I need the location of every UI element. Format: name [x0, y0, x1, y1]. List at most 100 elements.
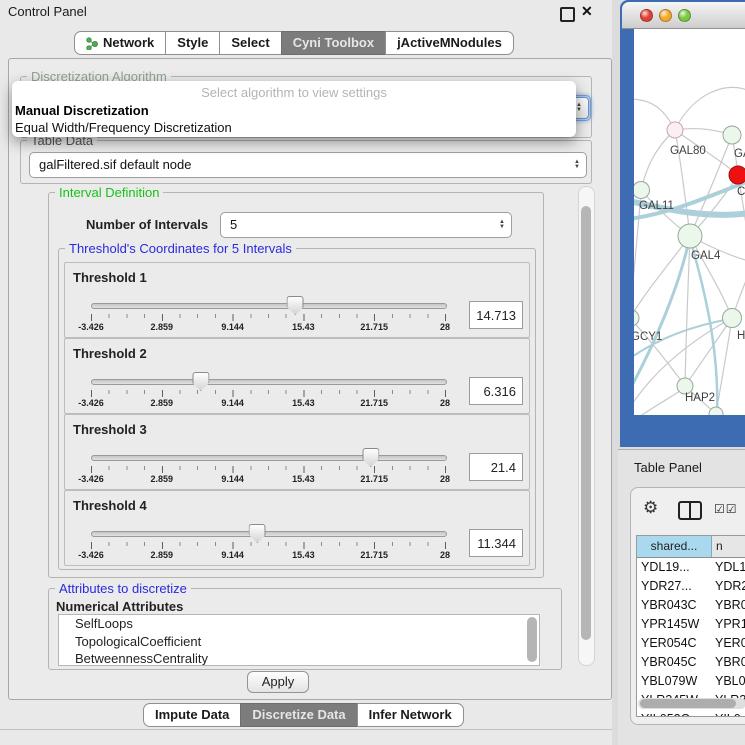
table-row[interactable]: YBR045C YBR0 [637, 653, 745, 672]
table-row[interactable]: YBR043C YBR0 [637, 596, 745, 615]
number-of-intervals-combo[interactable]: 5 ▲▼ [220, 212, 512, 238]
window-zoom-button[interactable] [678, 9, 691, 22]
slider-track[interactable] [91, 379, 447, 385]
gear-icon[interactable]: ⚙ [643, 498, 658, 518]
tick-label: 15.43 [292, 550, 315, 560]
slider-thumb[interactable] [287, 296, 304, 315]
slider-track[interactable] [91, 455, 447, 461]
threshold-1-value-field[interactable]: 14.713 [469, 301, 523, 329]
numerical-attributes-label: Numerical Attributes [56, 599, 183, 614]
cell-shared-name[interactable]: YBR043C [637, 596, 711, 615]
tick-label: 9.144 [221, 550, 244, 560]
threshold-4-label: Threshold 4 [73, 498, 147, 513]
cell-shared-name[interactable]: YIL052C [637, 710, 711, 717]
cell-name[interactable]: YPR1 [711, 615, 745, 634]
table-panel-title: Table Panel [634, 460, 702, 475]
network-edge[interactable] [634, 236, 690, 318]
table-hscrollbar-thumb[interactable] [640, 699, 736, 708]
slider-track[interactable] [91, 303, 447, 309]
tab-select[interactable]: Select [219, 31, 281, 55]
cell-shared-name[interactable]: YDR27... [637, 577, 711, 596]
cell-name[interactable]: YBR0 [711, 653, 745, 672]
cell-name[interactable]: YER0 [711, 634, 745, 653]
popup-item-manual-discretization[interactable]: Manual Discretization [15, 103, 149, 118]
popup-item-equal-width-frequency[interactable]: Equal Width/Frequency Discretization [15, 120, 232, 135]
cell-name[interactable]: YBR0 [711, 596, 745, 615]
threshold-1-label: Threshold 1 [73, 270, 147, 285]
slider-ticks [91, 542, 446, 549]
window-close-button[interactable] [640, 9, 653, 22]
threshold-4-value-field[interactable]: 11.344 [469, 529, 523, 557]
network-node[interactable] [723, 126, 741, 144]
bottom-tab-bar: Impute Data Discretize Data Infer Networ… [143, 703, 464, 727]
network-node[interactable] [723, 309, 742, 328]
cell-shared-name[interactable]: YER054C [637, 634, 711, 653]
slider-thumb[interactable] [192, 372, 209, 391]
network-view-window[interactable]: GAL80GACGAL11GAL4GCY1HHAP2 [620, 0, 745, 447]
cell-shared-name[interactable]: YBR045C [637, 653, 711, 672]
cell-name[interactable]: YBL0 [711, 672, 745, 691]
slider-thumb[interactable] [362, 448, 379, 467]
slider-thumb[interactable] [249, 524, 266, 543]
tab-style[interactable]: Style [165, 31, 220, 55]
slider-track[interactable] [91, 531, 447, 537]
tab-cyni-toolbox[interactable]: Cyni Toolbox [281, 31, 386, 55]
network-edge[interactable] [675, 87, 745, 130]
tab-jactivemnodules[interactable]: jActiveMNodules [385, 31, 514, 55]
network-canvas[interactable]: GAL80GACGAL11GAL4GCY1HHAP2 [634, 29, 745, 415]
table-row[interactable]: YPR145W YPR1 [637, 615, 745, 634]
split-view-icon[interactable] [678, 501, 702, 520]
cell-name[interactable]: YDR2 [711, 577, 745, 596]
network-canvas-svg: GAL80GACGAL11GAL4GCY1HHAP2 [634, 29, 745, 415]
combo-stepper-icon[interactable]: ▲▼ [574, 160, 580, 170]
float-window-icon[interactable] [560, 7, 575, 22]
column-header-shared[interactable]: shared... [637, 536, 712, 557]
network-node[interactable] [678, 224, 702, 248]
list-item[interactable]: TopologicalCoefficient [59, 633, 539, 651]
slider-ticks [91, 466, 446, 473]
checkbox-icons[interactable]: ☑☑ [714, 502, 738, 516]
table-row[interactable]: YDR27... YDR2 [637, 577, 745, 596]
list-item[interactable]: SelfLoops [59, 615, 539, 633]
cell-shared-name[interactable]: YDL19... [637, 558, 711, 577]
list-scrollbar[interactable] [527, 617, 537, 662]
network-node[interactable] [634, 182, 650, 199]
panel-scrollbar-thumb[interactable] [581, 206, 591, 640]
table-row[interactable]: YIL052C YIL0 [637, 710, 745, 717]
network-edge[interactable] [690, 236, 732, 318]
network-node[interactable] [709, 407, 723, 415]
threshold-1-panel: Threshold 1 -3.4262.8599.14415.4321.7152… [64, 262, 530, 338]
column-header-name[interactable]: n [712, 536, 745, 557]
network-node-label: GA [734, 148, 745, 160]
network-node[interactable] [667, 122, 683, 138]
network-window-titlebar[interactable] [622, 2, 745, 29]
tab-network[interactable]: Network [74, 31, 166, 55]
number-of-intervals-label: Number of Intervals [86, 217, 208, 232]
tab-discretize-data[interactable]: Discretize Data [240, 703, 357, 727]
table-row[interactable]: YBL079W YBL0 [637, 672, 745, 691]
tick-label: 28 [440, 474, 450, 484]
cell-name[interactable]: YIL0 [711, 710, 745, 717]
table-data-combo[interactable]: galFiltered.sif default node ▲▼ [29, 152, 587, 178]
threshold-2-value-field[interactable]: 6.316 [469, 377, 523, 405]
tick-label: -3.426 [78, 474, 104, 484]
list-item[interactable]: BetweennessCentrality [59, 650, 539, 666]
cell-shared-name[interactable]: YBL079W [637, 672, 711, 691]
cell-shared-name[interactable]: YPR145W [637, 615, 711, 634]
tab-impute-data[interactable]: Impute Data [143, 703, 241, 727]
tick-label: 9.144 [221, 474, 244, 484]
network-node[interactable] [634, 310, 639, 326]
numerical-attributes-list[interactable]: SelfLoopsTopologicalCoefficientBetweenne… [58, 614, 540, 666]
apply-button[interactable]: Apply [247, 671, 309, 693]
combo-stepper-icon[interactable]: ▲▼ [499, 220, 505, 230]
window-minimize-button[interactable] [659, 9, 672, 22]
cell-name[interactable]: YDL1 [711, 558, 745, 577]
tab-infer-network[interactable]: Infer Network [357, 703, 464, 727]
attributes-group-title: Attributes to discretize [55, 581, 191, 596]
close-icon[interactable]: ✕ [581, 3, 593, 20]
table-row[interactable]: YDL19... YDL1 [637, 558, 745, 577]
table-row[interactable]: YER054C YER0 [637, 634, 745, 653]
threshold-3-value-field[interactable]: 21.4 [469, 453, 523, 481]
network-node[interactable] [729, 166, 745, 184]
network-edge[interactable] [641, 130, 675, 190]
